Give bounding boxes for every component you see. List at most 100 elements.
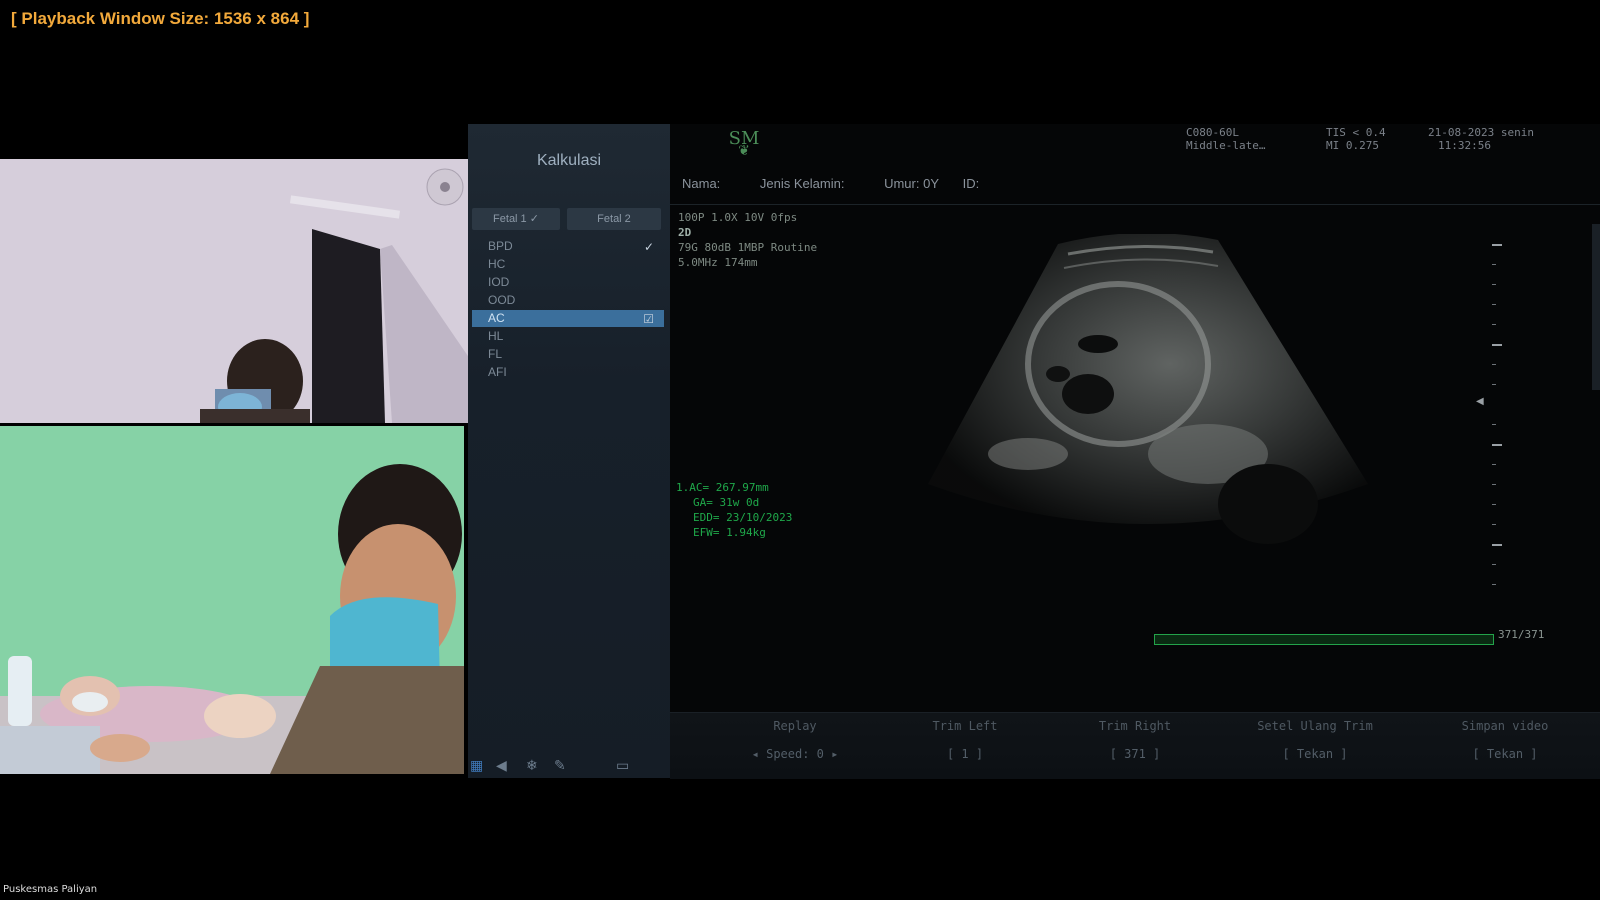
calculation-panel: Kalkulasi Fetal 1 ✓ Fetal 2 BPD ✓ HC IOD… (468, 124, 670, 778)
patient-id-label: ID: (962, 176, 980, 191)
depth-scale: ◀ (1476, 244, 1502, 624)
trim-right-control[interactable]: Trim Right [ 371 ] (1060, 719, 1210, 761)
depth-tick (1492, 504, 1496, 505)
imaging-parameters: 100P 1.0X 10V 0fps 2D 79G 80dB 1MBP Rout… (678, 210, 817, 270)
cine-progress-bar[interactable] (1154, 634, 1494, 645)
edd-result: EDD= 23/10/2023 (693, 511, 793, 524)
depth-tick (1492, 244, 1502, 246)
trim-left-control[interactable]: Trim Left [ 1 ] (890, 719, 1040, 761)
save-video-control[interactable]: Simpan video [ Tekan ] (1420, 719, 1590, 761)
date-text: 21-08-2023 senin (1428, 126, 1534, 139)
depth-tick (1492, 384, 1496, 385)
ga-result: GA= 31w 0d (693, 496, 760, 509)
depth-tick (1492, 304, 1496, 305)
doctor-room-image (0, 159, 468, 423)
param-line-3: 5.0MHz 174mm (678, 256, 758, 269)
patient-name-label: Nama: (682, 176, 721, 191)
image-icon[interactable]: ▦ (470, 757, 483, 774)
imaging-mode: 2D (678, 226, 692, 239)
measure-item-label: BPD (488, 239, 513, 253)
depth-tick (1492, 284, 1496, 285)
measure-item-label: OOD (488, 293, 516, 307)
save-video-label: Simpan video (1461, 719, 1549, 733)
measure-item-afi[interactable]: AFI (472, 364, 664, 381)
trim-right-label: Trim Right (1098, 719, 1172, 733)
probe-info: C080-60L Middle-late… (1186, 126, 1265, 152)
depth-tick (1492, 484, 1496, 485)
tab-fetal-1[interactable]: Fetal 1 ✓ (472, 208, 560, 230)
focus-marker-icon: ◀ (1476, 396, 1484, 407)
measure-item-label: HC (488, 257, 506, 271)
depth-tick (1492, 424, 1496, 425)
measure-item-bpd[interactable]: BPD ✓ (472, 238, 664, 255)
replay-speed[interactable]: ◂ Speed: 0 ▸ (710, 747, 880, 761)
patient-info-bar: Nama: Jenis Kelamin: Umur: 0Y ID: (682, 176, 1015, 196)
header-divider (670, 204, 1600, 205)
measure-item-label: HL (488, 329, 504, 343)
depth-tick (1492, 584, 1496, 585)
reset-trim-button[interactable]: [ Tekan ] (1230, 747, 1400, 761)
panel-bottom-icons: ▦ ◀ ❄ ✎ ▭ (468, 754, 670, 778)
reset-trim-control[interactable]: Setel Ulang Trim [ Tekan ] (1230, 719, 1400, 761)
safety-indices: TIS < 0.4 MI 0.275 (1326, 126, 1386, 152)
depth-tick (1492, 524, 1496, 525)
replay-label: Replay (773, 719, 817, 733)
measure-item-label: AFI (488, 365, 507, 379)
measure-item-label: FL (488, 347, 503, 361)
reset-trim-label: Setel Ulang Trim (1257, 719, 1373, 733)
patient-age-label: Umur: 0Y (884, 176, 939, 191)
depth-tick (1492, 544, 1502, 546)
measure-item-ac[interactable]: AC ☑ (472, 310, 664, 327)
pen-icon[interactable]: ✎ (554, 757, 566, 774)
device-logo: SM ❦ (724, 128, 764, 162)
calculation-panel-title: Kalkulasi (536, 152, 602, 169)
keyboard-icon[interactable]: ▭ (616, 757, 629, 774)
cine-toolbar: Replay ◂ Speed: 0 ▸ Trim Left [ 1 ] Trim… (670, 712, 1600, 779)
snowflake-icon[interactable]: ❄ (526, 757, 538, 774)
measure-item-hl[interactable]: HL (472, 328, 664, 345)
participant-caption: Puskesmas Paliyan (3, 884, 98, 895)
trim-left-label: Trim Left (932, 719, 998, 733)
patient-gender-label: Jenis Kelamin: (759, 176, 845, 191)
playback-window-size-label: [ Playback Window Size: 1536 x 864 ] (11, 9, 310, 28)
speaker-icon[interactable]: ◀ (496, 757, 507, 774)
ultrasound-scan-image (928, 234, 1368, 544)
tab-fetal-2[interactable]: Fetal 2 (567, 208, 661, 230)
depth-tick (1492, 464, 1496, 465)
param-line-2: 79G 80dB 1MBP Routine (678, 241, 818, 254)
preset-name: Middle-late… (1186, 139, 1266, 152)
measure-item-hc[interactable]: HC (472, 256, 664, 273)
calculation-results: 1.AC= 267.97mm GA= 31w 0d EDD= 23/10/202… (676, 480, 792, 540)
save-video-button[interactable]: [ Tekan ] (1420, 747, 1590, 761)
checkbox-checked-icon: ☑ (643, 312, 654, 326)
ac-result: 1.AC= 267.97mm (676, 481, 769, 494)
depth-tick (1492, 344, 1502, 346)
checkmark-icon: ✓ (643, 240, 654, 254)
param-line-1: 100P 1.0X 10V 0fps (678, 211, 798, 224)
video-feed-doctor-room (0, 159, 468, 423)
time-text: 11:32:56 (1438, 139, 1491, 152)
measure-item-label: IOD (488, 275, 510, 289)
video-feed-ultrasound-exam (0, 426, 464, 774)
probe-name: C080-60L (1186, 126, 1239, 139)
depth-tick (1492, 264, 1496, 265)
measure-item-label: AC (488, 311, 505, 325)
depth-tick (1492, 364, 1496, 365)
measure-item-fl[interactable]: FL (472, 346, 664, 363)
mi-value: MI 0.275 (1326, 139, 1379, 152)
trim-right-value[interactable]: [ 371 ] (1060, 747, 1210, 761)
screen: [ Playback Window Size: 1536 x 864 ] Kal… (0, 0, 1600, 900)
tis-value: TIS < 0.4 (1326, 126, 1386, 139)
measure-item-ood[interactable]: OOD (472, 292, 664, 309)
datetime: 21-08-2023 senin 11:32:56 (1428, 126, 1534, 152)
replay-control[interactable]: Replay ◂ Speed: 0 ▸ (710, 719, 880, 761)
trim-left-value[interactable]: [ 1 ] (890, 747, 1040, 761)
efw-result: EFW= 1.94kg (693, 526, 766, 539)
measure-item-iod[interactable]: IOD (472, 274, 664, 291)
scroll-indicator[interactable] (1592, 224, 1600, 390)
cine-progress-fill (1155, 635, 1493, 644)
cine-frame-count: 371/371 (1498, 628, 1545, 641)
depth-tick (1492, 564, 1496, 565)
depth-tick (1492, 324, 1496, 325)
depth-tick (1492, 444, 1502, 446)
